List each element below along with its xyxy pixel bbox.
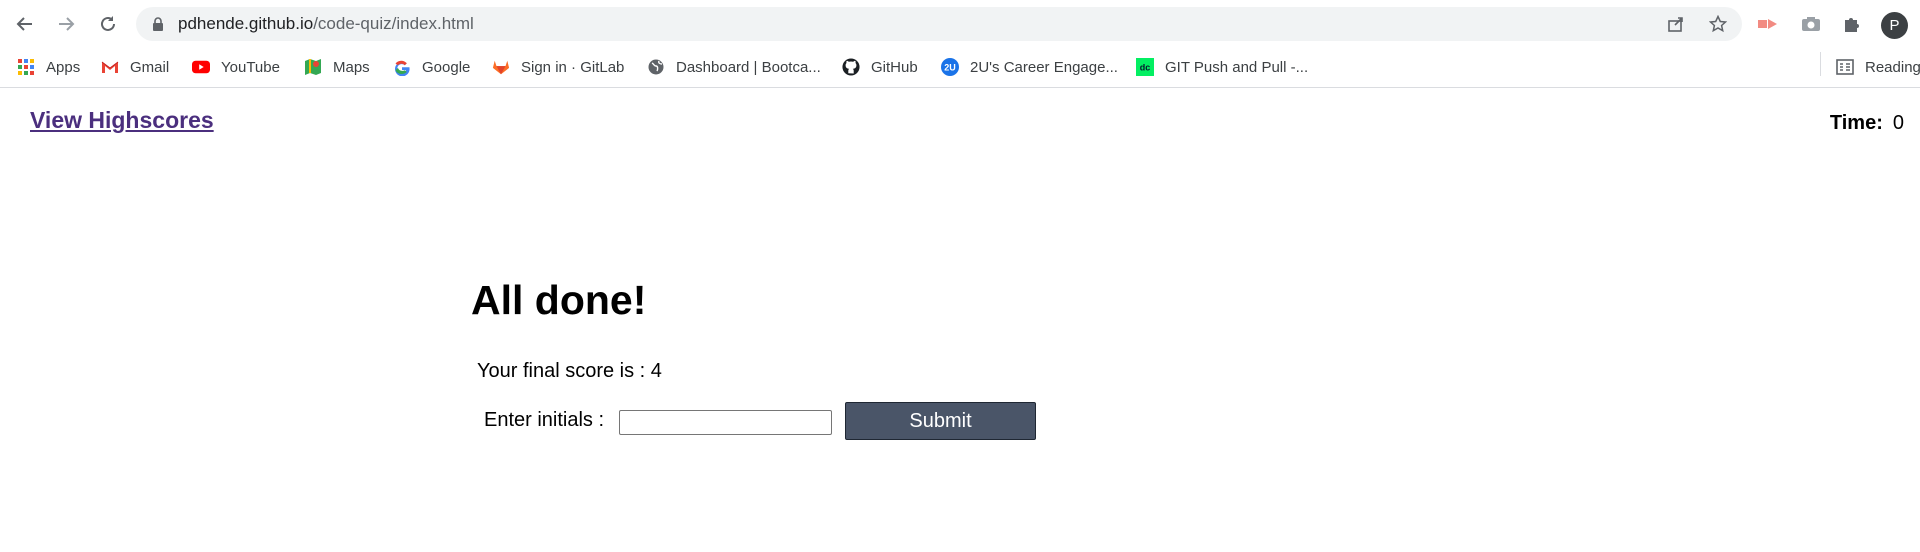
extension-rec-button[interactable] — [1756, 12, 1780, 36]
submit-button[interactable]: Submit — [845, 402, 1036, 440]
dc-icon: dc — [1136, 58, 1154, 76]
timer-label: Time: — [1829, 112, 1883, 134]
bookmark-2u-career[interactable]: 2U 2U's Career Engage... — [941, 54, 1118, 80]
google-icon — [393, 58, 411, 76]
view-highscores-link[interactable]: View Highscores — [30, 107, 214, 134]
2u-icon: 2U — [941, 58, 959, 76]
final-score-text: Your final score is : 4 — [477, 360, 662, 382]
bookmark-gitlab[interactable]: Sign in · GitLab — [492, 54, 624, 80]
bookmark-label: Gmail — [130, 58, 170, 76]
initials-label: Enter initials : — [484, 409, 605, 431]
bookmark-apps[interactable]: Apps — [17, 54, 80, 80]
bookmarks-bar: Apps Gmail YouTube Maps Google Sign in ·… — [0, 48, 1920, 88]
forward-button[interactable] — [51, 9, 81, 39]
reading-list-icon — [1836, 58, 1854, 76]
share-button[interactable] — [1664, 12, 1688, 36]
extensions-button[interactable] — [1840, 12, 1864, 36]
timer: Time: 0 — [1830, 112, 1904, 135]
reading-list-label: Reading — [1865, 58, 1920, 76]
bookmark-git-push-pull[interactable]: dc GIT Push and Pull -... — [1136, 54, 1308, 80]
bookmark-label: GitHub — [871, 58, 918, 76]
bookmarks-divider — [1820, 52, 1821, 76]
forward-arrow-icon — [59, 17, 75, 31]
youtube-icon — [192, 58, 210, 76]
reload-icon — [101, 16, 115, 31]
bookmark-label: Apps — [46, 58, 81, 76]
bookmark-label: Google — [422, 58, 471, 76]
browser-toolbar: pdhende.github.io/code-quiz/index.html P — [0, 0, 1920, 48]
back-arrow-icon — [16, 17, 32, 31]
bookmark-label: Sign in · GitLab — [521, 58, 625, 76]
maps-icon — [304, 58, 322, 76]
gitlab-icon — [492, 58, 510, 76]
back-button[interactable] — [10, 9, 40, 39]
timer-value: 0 — [1892, 112, 1904, 134]
reading-list-button[interactable]: Reading — [1836, 54, 1920, 80]
page-content: View Highscores Time: 0 All done! Your fi… — [0, 89, 1920, 552]
apps-grid-icon — [17, 58, 35, 76]
url-host: pdhende.github.io — [178, 14, 314, 33]
bookmark-label: YouTube — [221, 58, 280, 76]
bookmark-label: Maps — [333, 58, 370, 76]
address-bar[interactable]: pdhende.github.io/code-quiz/index.html — [136, 7, 1742, 41]
globe-icon — [647, 58, 665, 76]
lock-icon — [153, 17, 163, 31]
bookmark-maps[interactable]: Maps — [304, 54, 370, 80]
bookmark-google[interactable]: Google — [393, 54, 470, 80]
camera-icon — [1802, 17, 1820, 31]
star-icon — [1709, 15, 1727, 33]
url-text: pdhende.github.io/code-quiz/index.html — [178, 15, 474, 33]
bookmark-github[interactable]: GitHub — [842, 54, 918, 80]
github-icon — [842, 58, 860, 76]
profile-avatar[interactable]: P — [1881, 12, 1908, 39]
url-path: /code-quiz/index.html — [313, 14, 474, 33]
svg-text:2U: 2U — [944, 63, 956, 73]
record-extension-icon — [1758, 19, 1777, 29]
bookmark-label: GIT Push and Pull -... — [1165, 58, 1309, 76]
initials-input[interactable] — [619, 410, 832, 435]
bookmark-label: Dashboard | Bootca... — [676, 58, 821, 76]
bookmark-star-button[interactable] — [1706, 12, 1730, 36]
svg-text:dc: dc — [1140, 63, 1151, 73]
gmail-icon — [101, 58, 119, 76]
page-title: All done! — [471, 277, 647, 323]
puzzle-icon — [1845, 18, 1859, 32]
bookmark-dashboard[interactable]: Dashboard | Bootca... — [647, 54, 821, 80]
reload-button[interactable] — [93, 9, 123, 39]
bookmark-gmail[interactable]: Gmail — [101, 54, 169, 80]
extension-camera-button[interactable] — [1799, 12, 1823, 36]
bookmark-label: 2U's Career Engage... — [970, 58, 1118, 76]
bookmark-youtube[interactable]: YouTube — [192, 54, 280, 80]
share-icon — [1668, 17, 1683, 32]
